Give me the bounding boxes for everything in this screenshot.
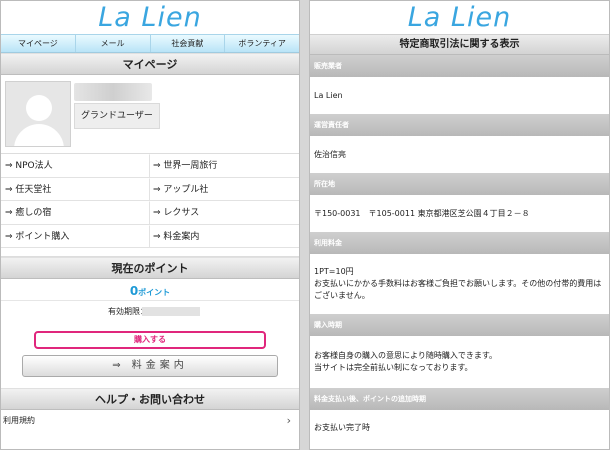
- section-manager-value: 佐治信亮: [310, 136, 609, 173]
- tab-mail[interactable]: メール: [76, 35, 151, 52]
- purchase-line-1: お客様自身の購入の意思により随時購入できます。: [314, 351, 498, 360]
- link-world-trip[interactable]: ⇒ 世界一周旅行: [150, 154, 299, 178]
- seller-text: La Lien: [314, 90, 343, 100]
- legal-notice-screen: La Lien 特定商取引法に関する表示 販売業者 La Lien 運営責任者 …: [309, 0, 610, 450]
- page-title: 特定商取引法に関する表示: [310, 34, 609, 55]
- points-time-text: お支払い完了時: [314, 423, 370, 432]
- site-logo[interactable]: La Lien: [310, 1, 609, 34]
- section-seller-value: La Lien: [310, 77, 609, 114]
- section-points-time-label: 料金支払い後、ポイントの追加時期: [310, 388, 609, 410]
- link-buy-points[interactable]: ⇒ ポイント購入: [1, 224, 150, 248]
- screenshot-stage: La Lien マイページ メール 社会貢献 ボランティア マイページ グランド…: [0, 0, 610, 450]
- buy-button[interactable]: 購入する: [34, 331, 266, 349]
- section-address-label: 所在地: [310, 173, 609, 195]
- mypage-header: マイページ: [1, 53, 299, 75]
- manager-text: 佐治信亮: [314, 149, 346, 159]
- main-nav: マイページ メール 社会貢献 ボランティア: [1, 34, 299, 53]
- link-apple[interactable]: ⇒ アップル社: [150, 177, 299, 201]
- profile-card: グランドユーザー: [1, 75, 299, 154]
- avatar-head: [26, 95, 52, 121]
- points-unit: ポイント: [138, 288, 171, 297]
- section-address-value: 〒150-0031 〒105-0011 東京都港区芝公園４丁目２－８: [310, 195, 609, 232]
- points-value: 0: [129, 284, 139, 298]
- section-fee-value: 1PT=10円 お支払いにかかる手数料はお客様ご負担でお願いします。その他の付帯…: [310, 254, 609, 314]
- terms-label: 利用規約: [3, 416, 35, 425]
- points-display: 0ポイント: [1, 279, 299, 301]
- mypage-screen: La Lien マイページ メール 社会貢献 ボランティア マイページ グランド…: [0, 0, 300, 450]
- points-section: 現在のポイント 0ポイント 有効期限： 購入する ⇒ 料金案内: [1, 256, 299, 377]
- pricing-button[interactable]: ⇒ 料金案内: [22, 355, 278, 377]
- link-nintendo[interactable]: ⇒ 任天堂社: [1, 177, 150, 201]
- link-grid: ⇒ NPO法人 ⇒ 世界一周旅行 ⇒ 任天堂社 ⇒ アップル社 ⇒ 癒しの宿 ⇒…: [1, 154, 299, 248]
- section-manager-label: 運営責任者: [310, 114, 609, 136]
- section-seller-label: 販売業者: [310, 55, 609, 77]
- expiry-redacted: [142, 307, 200, 316]
- avatar-body: [14, 124, 64, 146]
- address-text: 〒150-0031 〒105-0011 東京都港区芝公園４丁目２－８: [314, 208, 530, 218]
- purchase-line-2: 当サイトは完全前払い制になっております。: [314, 363, 473, 372]
- fee-line-3: ございません。: [314, 291, 370, 300]
- link-pricing[interactable]: ⇒ 料金案内: [150, 224, 299, 248]
- expiry-row: 有効期限：: [1, 301, 299, 323]
- section-fee-label: 利用料金: [310, 232, 609, 254]
- section-points-time-value: お支払い完了時: [310, 410, 609, 446]
- points-header: 現在のポイント: [1, 257, 299, 279]
- section-purchase-time-value: お客様自身の購入の意思により随時購入できます。 当サイトは完全前払い制になってお…: [310, 336, 609, 388]
- tab-volunteer[interactable]: ボランティア: [225, 35, 299, 52]
- link-healing-inn[interactable]: ⇒ 癒しの宿: [1, 201, 150, 225]
- fee-line-1: 1PT=10円: [314, 267, 354, 276]
- user-rank-badge: グランドユーザー: [74, 103, 160, 129]
- fee-line-2: お支払いにかかる手数料はお客様ご負担でお願いします。その他の付帯的費用は: [314, 279, 602, 288]
- tab-social[interactable]: 社会貢献: [151, 35, 226, 52]
- tab-mypage[interactable]: マイページ: [1, 35, 76, 52]
- link-npo[interactable]: ⇒ NPO法人: [1, 154, 150, 178]
- chevron-right-icon: ›: [286, 414, 291, 427]
- help-header: ヘルプ・お問い合わせ: [1, 388, 299, 410]
- site-logo[interactable]: La Lien: [1, 1, 299, 34]
- username-redacted: [74, 83, 152, 101]
- link-lexus[interactable]: ⇒ レクサス: [150, 201, 299, 225]
- terms-link[interactable]: 利用規約 ›: [1, 410, 299, 432]
- avatar-placeholder-icon: [5, 81, 71, 147]
- section-purchase-time-label: 購入時期: [310, 314, 609, 336]
